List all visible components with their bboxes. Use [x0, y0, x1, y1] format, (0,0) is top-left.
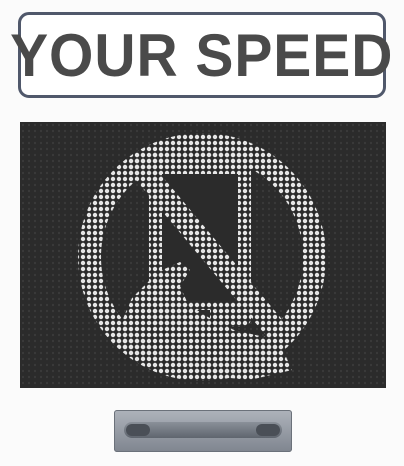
sensor-lens-icon — [126, 424, 150, 436]
sign-title-box: YOUR SPEED — [10, 12, 393, 98]
sensor-window — [124, 422, 282, 438]
radar-sensor — [114, 410, 292, 452]
sign-title: YOUR SPEED — [10, 21, 394, 89]
no-phone-icon — [20, 122, 386, 388]
sensor-lens-icon — [256, 424, 280, 436]
led-display — [20, 122, 386, 388]
speed-sign: YOUR SPEED — [0, 0, 404, 466]
